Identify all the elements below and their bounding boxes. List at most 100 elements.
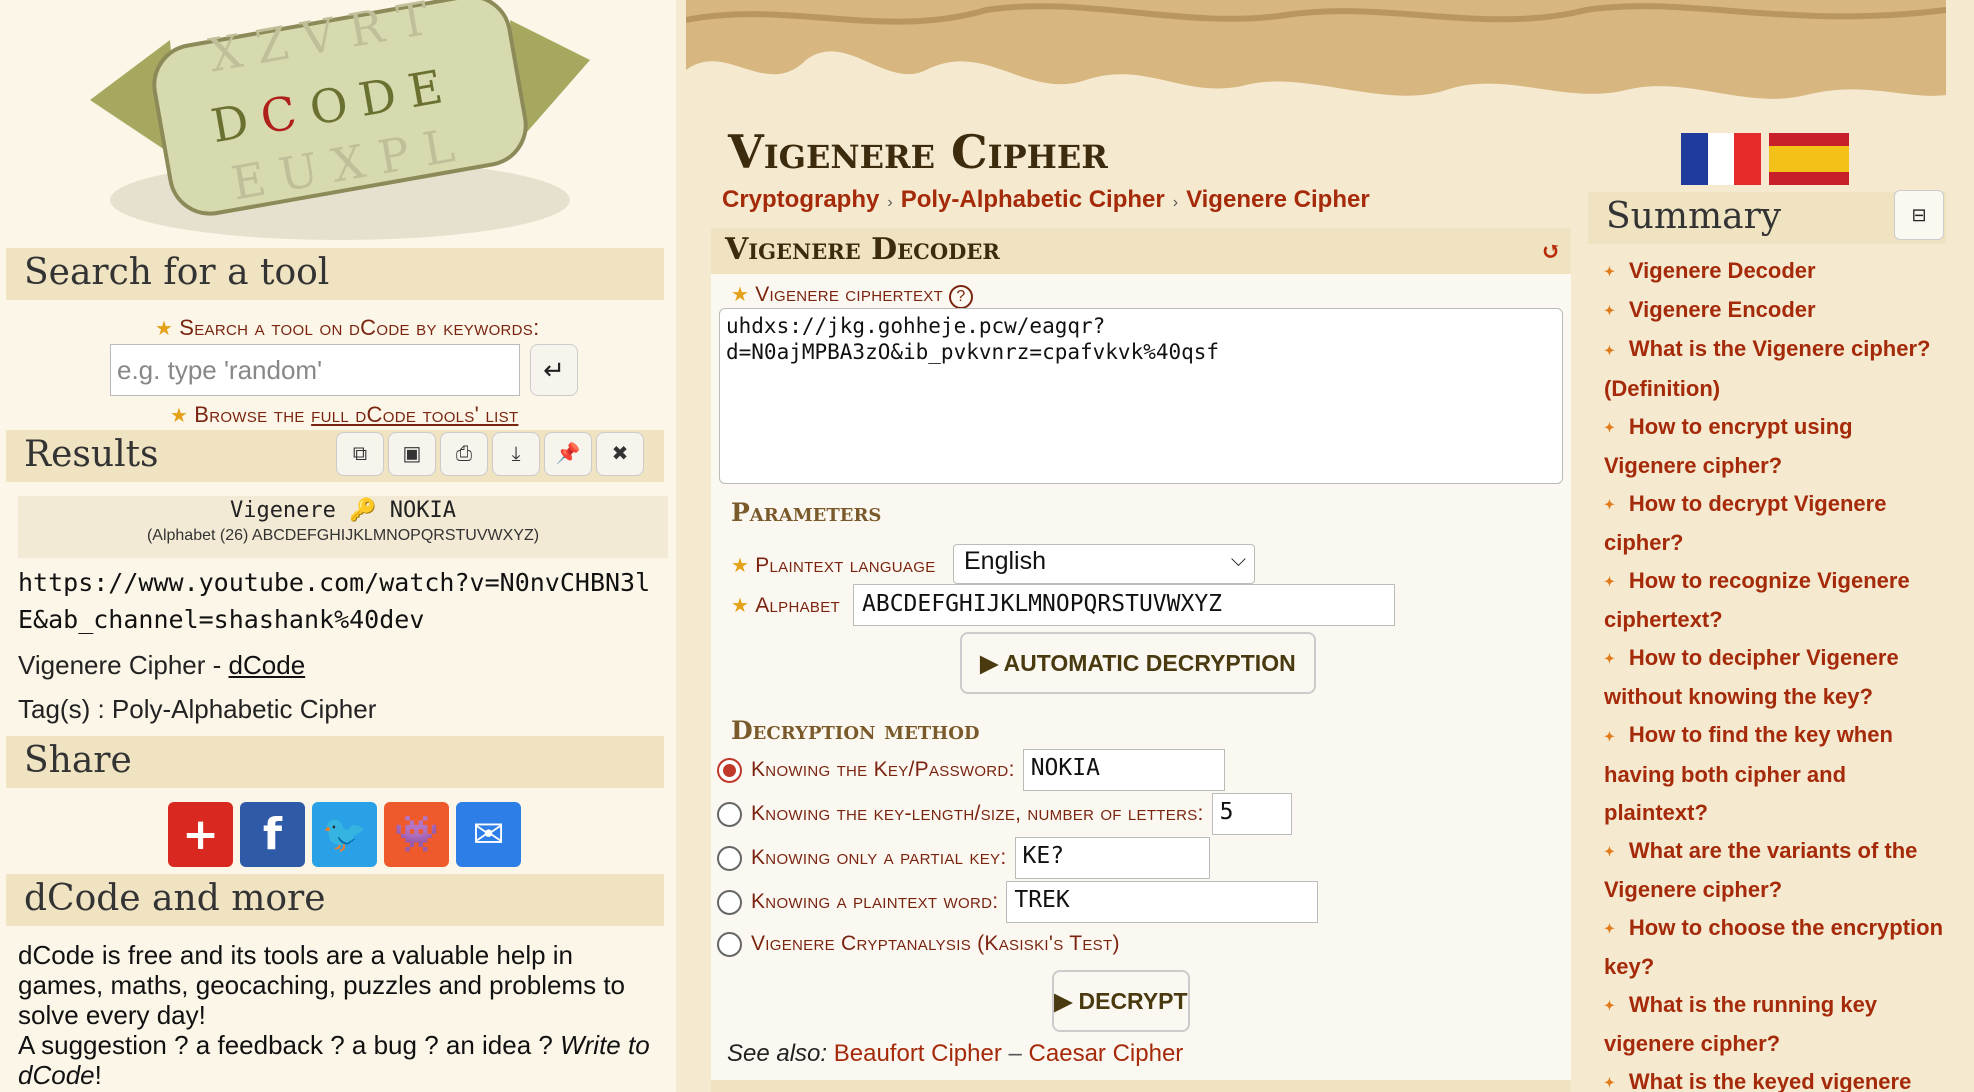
alphabet-label: ★ Alphabet [731, 593, 840, 618]
reset-icon[interactable]: ↺ [1541, 236, 1561, 265]
results-toolbar: ⧉ ▣ ⎙ ⤓ 📌 ✖ [336, 432, 644, 478]
method-key[interactable]: Knowing the Key/Password: NOKIA [717, 749, 1225, 791]
summary-item[interactable]: ✦ What is the keyed vigenere [1604, 1063, 1944, 1092]
summary-item-text: How to find the key when having both cip… [1604, 722, 1893, 825]
summary-item[interactable]: ✦ How to decipher Vigenere without knowin… [1604, 639, 1944, 716]
close-results-button[interactable]: ✖ [596, 432, 644, 476]
bullet-icon: ✦ [1604, 496, 1615, 512]
summary-item-text: What is the Vigenere cipher? (Definition… [1604, 336, 1931, 401]
summary-item-text: How to decipher Vigenere without knowing… [1604, 645, 1899, 710]
summary-item[interactable]: ✦ What is the running key vigenere cipher… [1604, 986, 1944, 1063]
alphabet-input[interactable]: ABCDEFGHIJKLMNOPQRSTUVWXYZ [853, 584, 1395, 626]
see-also-label: See also: [727, 1040, 828, 1067]
dcode-logo[interactable]: X Z V R T D C O D E E U X P L [70, 0, 610, 245]
bullet-icon: ✦ [1604, 651, 1615, 667]
star-icon: ★ [731, 555, 750, 577]
bullet-icon: ✦ [1604, 843, 1615, 859]
summary-item[interactable]: ✦ How to decrypt Vigenere cipher? [1604, 485, 1944, 562]
radio-plaintext-word[interactable] [717, 889, 742, 915]
play-icon: ▶ [980, 650, 1004, 676]
email-icon[interactable]: ✉ [456, 802, 521, 867]
more-text-2c: ! [94, 1060, 102, 1090]
method-partial-key[interactable]: Knowing only a partial key: KE? [717, 837, 1210, 879]
summary-item-text: How to recognize Vigenere ciphertext? [1604, 567, 1910, 633]
facebook-icon[interactable]: f [240, 802, 305, 867]
more-text-2: A suggestion ? a feedback ? a bug ? an i… [18, 1030, 658, 1090]
method-plaintext-word[interactable]: Knowing a plaintext word: TREK [717, 881, 1319, 923]
search-label: ★ Search a tool on dCode by keywords: [155, 315, 540, 341]
key-length-input[interactable]: 5 [1211, 793, 1292, 835]
summary-item[interactable]: ✦ What is the Vigenere cipher? (Definitio… [1604, 330, 1944, 407]
summary-item[interactable]: ✦ How to find the key when having both ci… [1604, 716, 1944, 831]
radio-key[interactable] [717, 757, 742, 783]
method-kasiski[interactable]: Vigenere Cryptanalysis (Kasiski's Test) [717, 926, 1120, 962]
search-input[interactable] [110, 344, 520, 396]
summary-item-text: What is the running key vigenere cipher? [1604, 991, 1878, 1057]
automatic-decryption-label: AUTOMATIC DECRYPTION [1003, 650, 1296, 676]
parchment-banner [686, 0, 1946, 125]
search-label-text: Search a tool on dCode by keywords: [179, 315, 540, 340]
result-source-link[interactable]: dCode [229, 650, 306, 680]
print-icon: ⎙ [456, 443, 472, 465]
summary-item[interactable]: ✦ How to recognize Vigenere ciphertext? [1604, 562, 1944, 639]
left-sidebar: X Z V R T D C O D E E U X P L Search for… [0, 0, 676, 1092]
automatic-decryption-button[interactable]: ▶ AUTOMATIC DECRYPTION [960, 632, 1316, 694]
summary-item-text: How to decrypt Vigenere cipher? [1604, 490, 1887, 555]
copy-button[interactable]: ⧉ [336, 432, 384, 476]
star-icon: ★ [731, 595, 750, 617]
breadcrumb-item[interactable]: Vigenere Cipher [1186, 186, 1370, 213]
ciphertext-textarea[interactable]: uhdxs://jkg.gohheje.pcw/eagqr? d=N0ajMPB… [719, 308, 1563, 484]
summary-item[interactable]: ✦ How to choose the encryption key? [1604, 909, 1944, 986]
result-source: Vigenere Cipher - dCode [18, 650, 305, 681]
more-description: dCode is free and its tools are a valuab… [18, 940, 658, 1090]
radio-partial-key[interactable] [717, 845, 742, 871]
share-plus-icon[interactable]: + [168, 802, 233, 867]
method-key-length[interactable]: Knowing the key-length/size, number of l… [717, 793, 1292, 835]
plaintext-word-input[interactable]: TREK [1006, 881, 1319, 923]
summary-item[interactable]: ✦ Vigenere Encoder [1604, 291, 1944, 330]
language-select[interactable]: English ⌵ [953, 544, 1255, 584]
see-also-link-beaufort[interactable]: Beaufort Cipher [834, 1040, 1002, 1067]
star-icon: ★ [731, 284, 750, 306]
result-tags: Tag(s) : Poly-Alphabetic Cipher [18, 694, 377, 724]
spanish-flag-icon[interactable] [1769, 133, 1849, 185]
breadcrumb-item[interactable]: Poly-Alphabetic Cipher [901, 186, 1165, 213]
method-key-label: Knowing the Key/Password: [751, 758, 1015, 781]
summary-item-text: Vigenere Decoder [1628, 258, 1816, 283]
french-flag-icon[interactable] [1681, 133, 1762, 185]
pin-button[interactable]: 📌 [544, 432, 592, 476]
key-input[interactable]: NOKIA [1022, 749, 1225, 791]
summary-item[interactable]: ✦ How to encrypt using Vigenere cipher? [1604, 408, 1944, 485]
more-text-2a: A suggestion ? a feedback ? a bug ? an i… [18, 1030, 561, 1060]
search-submit-button[interactable]: ↵ [530, 344, 578, 396]
partial-key-input[interactable]: KE? [1014, 837, 1210, 879]
method-kasiski-label: Vigenere Cryptanalysis (Kasiski's Test) [751, 932, 1120, 955]
copy-icon: ⧉ [352, 443, 368, 465]
radio-kasiski[interactable] [717, 931, 742, 957]
method-plaintext-word-label: Knowing a plaintext word: [751, 890, 999, 913]
download-button[interactable]: ⤓ [492, 432, 540, 476]
see-also-link-caesar[interactable]: Caesar Cipher [1029, 1040, 1184, 1067]
print-button[interactable]: ⎙ [440, 432, 488, 476]
decrypt-button[interactable]: ▶ DECRYPT [1052, 970, 1190, 1032]
summary-item[interactable]: ✦ Vigenere Decoder [1604, 252, 1944, 291]
export-button[interactable]: ▣ [388, 432, 436, 476]
decryption-method-title: Decryption method [731, 716, 980, 745]
twitter-icon[interactable]: 🐦 [312, 802, 377, 867]
summary-item[interactable]: ✦ What are the variants of the Vigenere c… [1604, 832, 1944, 909]
browse-tools-link[interactable]: ★ Browse the full dCode tools' list [170, 402, 518, 428]
summary-item-text: How to encrypt using Vigenere cipher? [1604, 413, 1853, 478]
next-section-header [711, 1080, 1571, 1092]
reddit-icon[interactable]: 👾 [384, 802, 449, 867]
see-also: See also: Beaufort Cipher – Caesar Ciphe… [727, 1040, 1183, 1068]
radio-key-length[interactable] [717, 801, 742, 827]
summary-item-text: Vigenere Encoder [1628, 297, 1816, 323]
help-icon[interactable]: ? [949, 285, 974, 309]
star-icon: ★ [155, 318, 174, 340]
collapse-summary-button[interactable]: ⊟ [1894, 190, 1944, 240]
browse-link-text[interactable]: full dCode tools' list [311, 402, 518, 427]
breadcrumb-item[interactable]: Cryptography [722, 186, 879, 213]
result-summary: Vigenere 🔑 NOKIA (Alphabet (26) ABCDEFGH… [18, 496, 668, 558]
language-label-text: Plaintext language [755, 554, 936, 577]
bullet-icon: ✦ [1604, 728, 1615, 744]
